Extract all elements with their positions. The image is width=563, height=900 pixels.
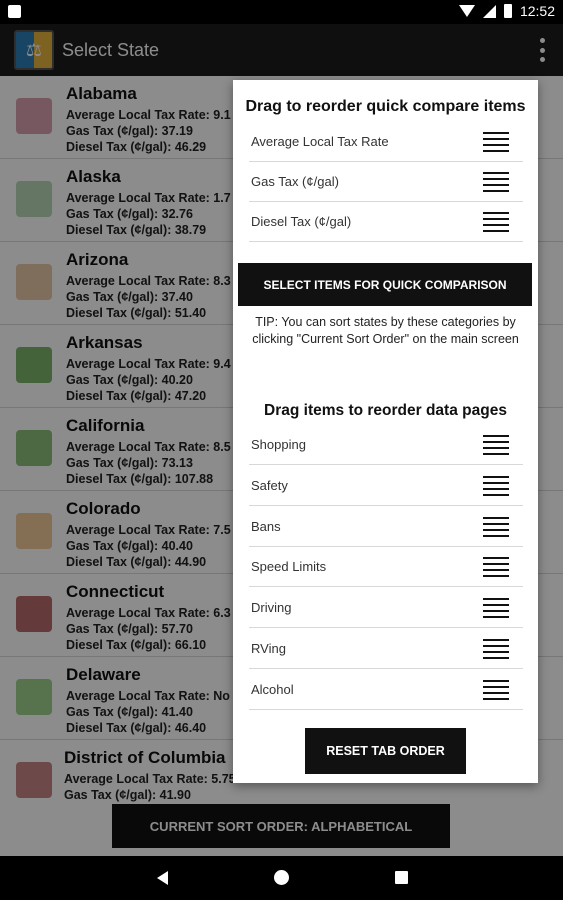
back-icon[interactable]	[157, 871, 168, 885]
drag-handle-icon[interactable]	[483, 212, 509, 232]
clock: 12:52	[519, 3, 555, 19]
page-item-label: Safety	[251, 478, 288, 493]
page-item[interactable]: Driving	[249, 588, 523, 628]
page-item[interactable]: Shopping	[249, 425, 523, 465]
drag-handle-icon[interactable]	[483, 435, 509, 455]
quick-item-label: Gas Tax (¢/gal)	[251, 174, 339, 189]
drag-handle-icon[interactable]	[483, 680, 509, 700]
reset-tab-order-button[interactable]: RESET TAB ORDER	[305, 728, 466, 774]
quick-item[interactable]: Average Local Tax Rate	[249, 122, 523, 162]
page-item-label: Driving	[251, 600, 292, 615]
navigation-bar	[0, 856, 563, 900]
drag-handle-icon[interactable]	[483, 172, 509, 192]
page-item[interactable]: Alcohol	[249, 670, 523, 710]
page-item-label: RVing	[251, 641, 286, 656]
page-item-label: Alcohol	[251, 682, 294, 697]
wifi-icon	[458, 5, 475, 17]
reorder-dialog: Drag to reorder quick compare items Aver…	[233, 80, 538, 783]
drag-handle-icon[interactable]	[483, 598, 509, 618]
home-icon[interactable]	[274, 870, 289, 885]
recents-icon[interactable]	[395, 871, 408, 884]
drag-handle-icon[interactable]	[483, 132, 509, 152]
quick-compare-title: Drag to reorder quick compare items	[245, 98, 526, 115]
page-item-label: Speed Limits	[251, 559, 327, 574]
signal-icon	[482, 4, 496, 18]
select-quick-items-button[interactable]: SELECT ITEMS FOR QUICK COMPARISON	[238, 263, 532, 306]
data-pages-title: Drag items to reorder data pages	[264, 402, 507, 419]
page-item-label: Bans	[251, 519, 281, 534]
drag-handle-icon[interactable]	[483, 557, 509, 577]
quick-item[interactable]: Diesel Tax (¢/gal)	[249, 202, 523, 242]
status-bar: 12:52	[0, 0, 563, 24]
quick-item[interactable]: Gas Tax (¢/gal)	[249, 162, 523, 202]
page-item[interactable]: RVing	[249, 629, 523, 669]
tip-text: TIP: You can sort states by these catego…	[233, 314, 538, 348]
notification-icon	[8, 5, 21, 18]
quick-item-label: Diesel Tax (¢/gal)	[251, 214, 352, 229]
drag-handle-icon[interactable]	[483, 476, 509, 496]
tip-line: TIP: You can sort states by these catego…	[255, 315, 516, 329]
page-item[interactable]: Bans	[249, 507, 523, 547]
quick-item-label: Average Local Tax Rate	[251, 134, 389, 149]
status-icons: 12:52	[458, 3, 555, 19]
battery-icon	[503, 4, 512, 18]
drag-handle-icon[interactable]	[483, 517, 509, 537]
page-item-label: Shopping	[251, 437, 306, 452]
page-item[interactable]: Speed Limits	[249, 547, 523, 587]
tip-line: clicking "Current Sort Order" on the mai…	[252, 332, 519, 346]
page-item[interactable]: Safety	[249, 466, 523, 506]
drag-handle-icon[interactable]	[483, 639, 509, 659]
